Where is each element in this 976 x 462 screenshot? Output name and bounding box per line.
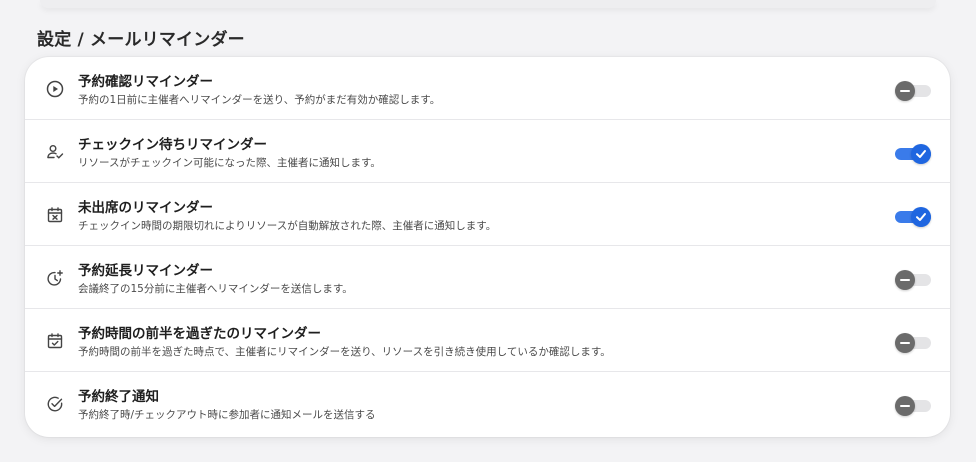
booking-end-toggle[interactable] <box>895 394 932 416</box>
no-show-toggle[interactable] <box>895 205 932 227</box>
reminder-description: チェックイン時間の期限切れによりリソースが自動解放された際、主催者に通知します。 <box>78 220 497 232</box>
calendar-x-icon <box>45 205 65 225</box>
clock-plus-icon <box>45 268 65 288</box>
reminder-title: チェックイン待ちリマインダー <box>78 137 267 153</box>
halfway-toggle[interactable] <box>895 331 932 353</box>
reminder-settings-card: 予約確認リマインダー 予約の1日前に主催者へリマインダーを送り、予約がまだ有効か… <box>25 57 950 437</box>
top-panel-edge <box>40 0 936 8</box>
user-check-icon <box>45 142 65 162</box>
reminder-row-no-show: 未出席のリマインダー チェックイン時間の期限切れによりリソースが自動解放された際… <box>25 183 950 246</box>
calendar-check-icon <box>45 331 65 351</box>
booking-confirmation-toggle[interactable] <box>895 79 932 101</box>
reminder-row-booking-end: 予約終了通知 予約終了時/チェックアウト時に参加者に通知メールを送信する <box>25 372 950 436</box>
reminder-row-halfway: 予約時間の前半を過ぎたのリマインダー 予約時間の前半を過ぎた時点で、主催者にリマ… <box>25 309 950 372</box>
reminder-description: 予約の1日前に主催者へリマインダーを送り、予約がまだ有効か確認します。 <box>78 94 441 106</box>
reminder-description: 会議終了の15分前に主催者へリマインダーを送信します。 <box>78 283 353 295</box>
reminder-description: 予約時間の前半を過ぎた時点で、主催者にリマインダーを送り、リソースを引き続き使用… <box>78 346 611 358</box>
reminder-title: 未出席のリマインダー <box>78 200 213 216</box>
page-title: 設定 / メールリマインダー <box>37 30 245 50</box>
reminder-title: 予約確認リマインダー <box>78 74 213 90</box>
reminder-title: 予約延長リマインダー <box>78 263 213 279</box>
reminder-row-checkin-waiting: チェックイン待ちリマインダー リソースがチェックイン可能になった際、主催者に通知… <box>25 120 950 183</box>
play-circle-icon <box>45 79 65 99</box>
reminder-row-booking-confirmation: 予約確認リマインダー 予約の1日前に主催者へリマインダーを送り、予約がまだ有効か… <box>25 57 950 120</box>
reminder-row-extension: 予約延長リマインダー 会議終了の15分前に主催者へリマインダーを送信します。 <box>25 246 950 309</box>
circle-check-icon <box>45 394 65 414</box>
reminder-description: リソースがチェックイン可能になった際、主催者に通知します。 <box>78 157 381 169</box>
reminder-title: 予約終了通知 <box>78 389 159 405</box>
extension-toggle[interactable] <box>895 268 932 290</box>
reminder-title: 予約時間の前半を過ぎたのリマインダー <box>78 326 321 342</box>
reminder-description: 予約終了時/チェックアウト時に参加者に通知メールを送信する <box>78 409 376 421</box>
checkin-waiting-toggle[interactable] <box>895 142 932 164</box>
